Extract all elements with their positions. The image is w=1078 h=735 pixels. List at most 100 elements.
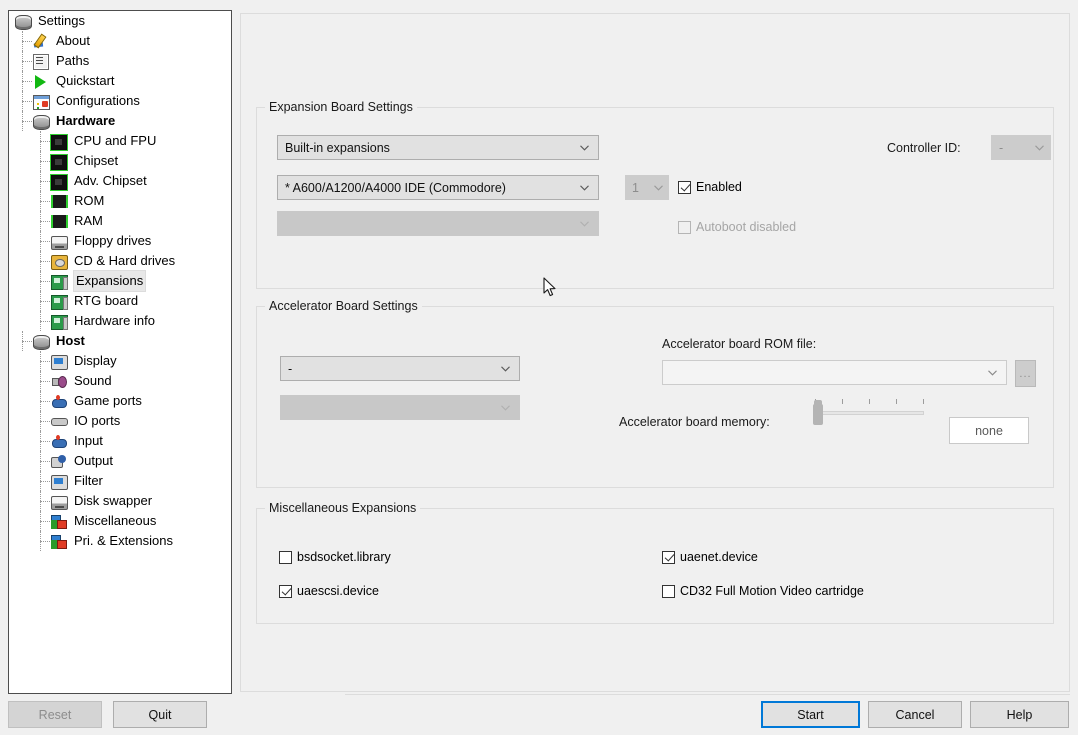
help-button[interactable]: Help [970,701,1069,728]
tree-connector [22,121,32,122]
sidebar-item-configurations[interactable]: Configurations [9,91,231,111]
expansion-board-combo[interactable]: * A600/A1200/A4000 IDE (Commodore) [277,175,599,200]
paths-icon [33,53,51,70]
sidebar-item-label: IO ports [74,413,121,428]
sidebar-item-host[interactable]: Host [9,331,231,351]
cd32-fmv-cartridge-checkbox-row[interactable]: CD32 Full Motion Video cartridge [662,584,864,598]
expansion-sub-combo[interactable] [277,211,599,236]
settings-tree-panel[interactable]: Settings About Paths Quickstart Configuratio… [8,10,232,694]
start-button-label: Start [797,707,824,722]
chevron-down-icon [580,220,589,227]
expansion-icon [51,293,69,310]
sidebar-item-label: ROM [74,193,105,208]
sidebar-item-disk-swapper[interactable]: Disk swapper [9,491,231,511]
tree-root-settings[interactable]: Settings [9,11,231,31]
sidebar-item-filter[interactable]: Filter [9,471,231,491]
expansions-content-panel: Expansion Board Settings Built-in expans… [240,13,1070,692]
checkbox-icon[interactable] [662,584,675,598]
sidebar-item-input[interactable]: Input [9,431,231,451]
tree-connector [40,441,50,442]
bsdsocket-library-checkbox-row[interactable]: bsdsocket.library [279,550,391,564]
checkbox-icon[interactable] [678,180,691,194]
sidebar-item-sound[interactable]: Sound [9,371,231,391]
sidebar-item-cd-hard-drives[interactable]: CD & Hard drives [9,251,231,271]
controller-id-label: Controller ID: [887,141,961,155]
expansion-board-settings-title: Expansion Board Settings [265,100,417,114]
ioport-icon [51,413,69,429]
tree-connector [40,361,50,362]
tree-connector [40,141,50,142]
quit-button-label: Quit [148,707,172,722]
sidebar-item-chipset[interactable]: Chipset [9,151,231,171]
bottom-separator [345,694,1070,695]
sidebar-item-game-ports[interactable]: Game ports [9,391,231,411]
controller-id-combo[interactable]: - [991,135,1051,160]
sidebar-item-quickstart[interactable]: Quickstart [9,71,231,91]
sidebar-item-expansions[interactable]: Expansions [9,270,231,292]
uaenet-device-label: uaenet.device [680,550,758,564]
sidebar-item-miscellaneous[interactable]: Miscellaneous [9,511,231,531]
tree-connector [40,161,50,162]
checkbox-icon[interactable] [678,220,691,234]
accelerator-board-combo[interactable]: - [280,356,520,381]
reset-button[interactable]: Reset [8,701,102,728]
quit-button[interactable]: Quit [113,701,207,728]
sidebar-item-label: Filter [74,473,103,488]
sidebar-item-adv-chipset[interactable]: Adv. Chipset [9,171,231,191]
bsdsocket-library-label: bsdsocket.library [297,550,391,564]
tree-connector [40,401,50,402]
slider-track[interactable] [817,411,924,415]
tree-connector [40,541,50,542]
tree-connector [40,321,50,322]
tree-connector [40,481,50,482]
uaescsi-device-checkbox-row[interactable]: uaescsi.device [279,584,379,598]
autoboot-disabled-checkbox-row[interactable]: Autoboot disabled [678,220,796,234]
enabled-checkbox-row[interactable]: Enabled [678,180,742,194]
sidebar-item-ram[interactable]: RAM [9,211,231,231]
sidebar-item-label: Paths [56,53,90,68]
sidebar-item-label: Sound [74,373,112,388]
accelerator-rom-file-combo[interactable] [662,360,1007,385]
accelerator-memory-label: Accelerator board memory: [619,415,770,429]
start-button[interactable]: Start [761,701,860,728]
expansion-count-combo[interactable]: 1 [625,175,669,200]
chevron-down-icon [654,184,663,191]
checkbox-icon[interactable] [662,550,675,564]
sidebar-item-output[interactable]: Output [9,451,231,471]
sidebar-item-hardware[interactable]: Hardware [9,111,231,131]
cancel-button[interactable]: Cancel [868,701,962,728]
reset-button-label: Reset [38,707,72,722]
misc-expansions-group: Miscellaneous Expansions bsdsocket.libra… [256,501,1054,624]
sound-icon [51,373,69,389]
accelerator-memory-value-box: none [949,417,1029,444]
sidebar-item-display[interactable]: Display [9,351,231,371]
sidebar-item-label: RTG board [74,293,139,308]
tree-connector [40,461,50,462]
cd-hard-drive-icon [51,253,69,270]
sidebar-item-rtg-board[interactable]: RTG board [9,291,231,311]
sidebar-item-pri-extensions[interactable]: Pri. & Extensions [9,531,231,551]
expansion-board-settings-group: Expansion Board Settings Built-in expans… [256,100,1054,289]
sidebar-item-hardware-info[interactable]: Hardware info [9,311,231,331]
tree-connector [22,61,32,62]
accelerator-memory-slider[interactable] [813,399,928,431]
sidebar-item-about[interactable]: About [9,31,231,51]
tree-connector [40,261,50,262]
accelerator-rom-browse-button[interactable]: ... [1015,360,1036,387]
accelerator-sub-combo[interactable] [280,395,520,420]
slider-thumb[interactable] [813,400,823,425]
checkbox-icon[interactable] [279,550,292,564]
floppy-icon [51,233,69,250]
sidebar-item-io-ports[interactable]: IO ports [9,411,231,431]
sidebar-item-rom[interactable]: ROM [9,191,231,211]
chevron-down-icon [501,404,510,411]
tree-connector [40,281,50,282]
uaenet-device-checkbox-row[interactable]: uaenet.device [662,550,758,564]
sidebar-item-cpu-and-fpu[interactable]: CPU and FPU [9,131,231,151]
sidebar-item-paths[interactable]: Paths [9,51,231,71]
tree-root-label: Settings [38,13,85,28]
expansion-category-combo[interactable]: Built-in expansions [277,135,599,160]
sidebar-item-floppy-drives[interactable]: Floppy drives [9,231,231,251]
checkbox-icon[interactable] [279,584,292,598]
sidebar-item-label: Disk swapper [74,493,153,508]
